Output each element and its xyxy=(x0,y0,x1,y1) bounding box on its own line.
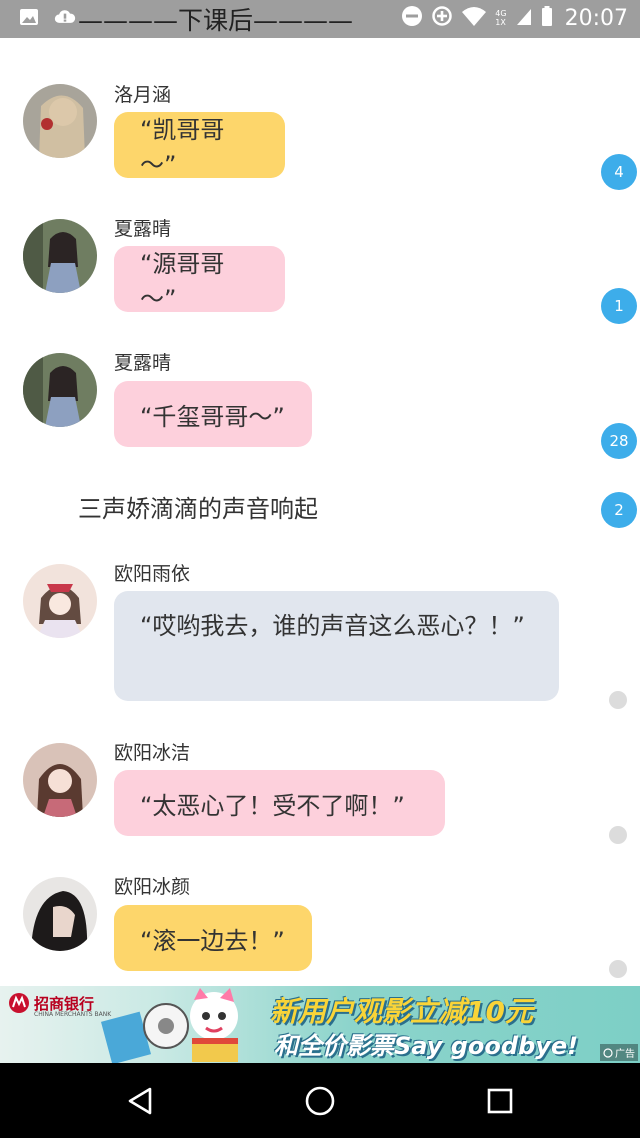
comment-count-badge[interactable]: 2 xyxy=(601,492,637,528)
comment-dot[interactable] xyxy=(609,691,627,709)
status-bar: ————下课后———— 4G 1X 20:07 xyxy=(0,0,640,38)
sender-name: 欧阳冰颜 xyxy=(114,876,191,898)
message-bubble: “源哥哥～” xyxy=(114,246,285,313)
signal-icon xyxy=(515,5,533,31)
comment-count-badge[interactable]: 4 xyxy=(601,154,637,190)
message-bubble: “千玺哥哥～” xyxy=(114,381,312,447)
comment-dot[interactable] xyxy=(609,826,627,844)
cloud-alert-icon xyxy=(54,6,76,28)
narration-text: 三声娇滴滴的声音响起 xyxy=(78,495,318,523)
sender-name: 夏露晴 xyxy=(114,352,172,374)
avatar[interactable] xyxy=(23,877,97,951)
home-icon[interactable] xyxy=(300,1083,340,1119)
ad-info-icon xyxy=(603,1047,613,1058)
bank-logo-icon xyxy=(9,993,29,1013)
message-bubble: “凯哥哥～” xyxy=(114,112,285,179)
ad-label[interactable]: 广告 xyxy=(600,1044,638,1061)
avatar[interactable] xyxy=(23,353,97,427)
network-type: 4G 1X xyxy=(495,9,507,27)
sender-name: 欧阳冰洁 xyxy=(114,742,191,764)
sender-name: 欧阳雨依 xyxy=(114,563,191,585)
avatar[interactable] xyxy=(23,219,97,293)
message-bubble: “哎哟我去，谁的声音这么恶心？！” xyxy=(114,591,559,701)
wifi-icon xyxy=(461,5,487,31)
ad-subheadline[interactable]: 和全价影票Say goodbye! xyxy=(274,1026,578,1061)
recents-icon[interactable] xyxy=(480,1083,520,1119)
back-icon[interactable] xyxy=(120,1083,160,1119)
avatar[interactable] xyxy=(23,564,97,638)
battery-icon xyxy=(541,5,553,31)
comment-count-badge[interactable]: 1 xyxy=(601,288,637,324)
avatar[interactable] xyxy=(23,743,97,817)
sender-name: 夏露晴 xyxy=(114,218,172,240)
clock: 20:07 xyxy=(564,5,628,31)
cat-mascot-illustration xyxy=(100,988,238,1063)
comment-count-badge[interactable]: 28 xyxy=(601,423,637,459)
dnd-icon xyxy=(401,5,423,31)
sender-name: 洛月涵 xyxy=(114,84,172,106)
message-bubble: “滚一边去！” xyxy=(114,905,312,971)
data-saver-icon xyxy=(431,5,453,31)
image-icon xyxy=(18,6,40,28)
comment-dot[interactable] xyxy=(609,960,627,978)
message-bubble: “太恶心了！受不了啊！” xyxy=(114,770,445,836)
chapter-title: ————下课后———— xyxy=(78,6,354,35)
avatar[interactable] xyxy=(23,84,97,158)
ad-headline[interactable]: 新用户观影立减10元 xyxy=(270,990,533,1030)
navigation-bar xyxy=(0,1063,640,1138)
